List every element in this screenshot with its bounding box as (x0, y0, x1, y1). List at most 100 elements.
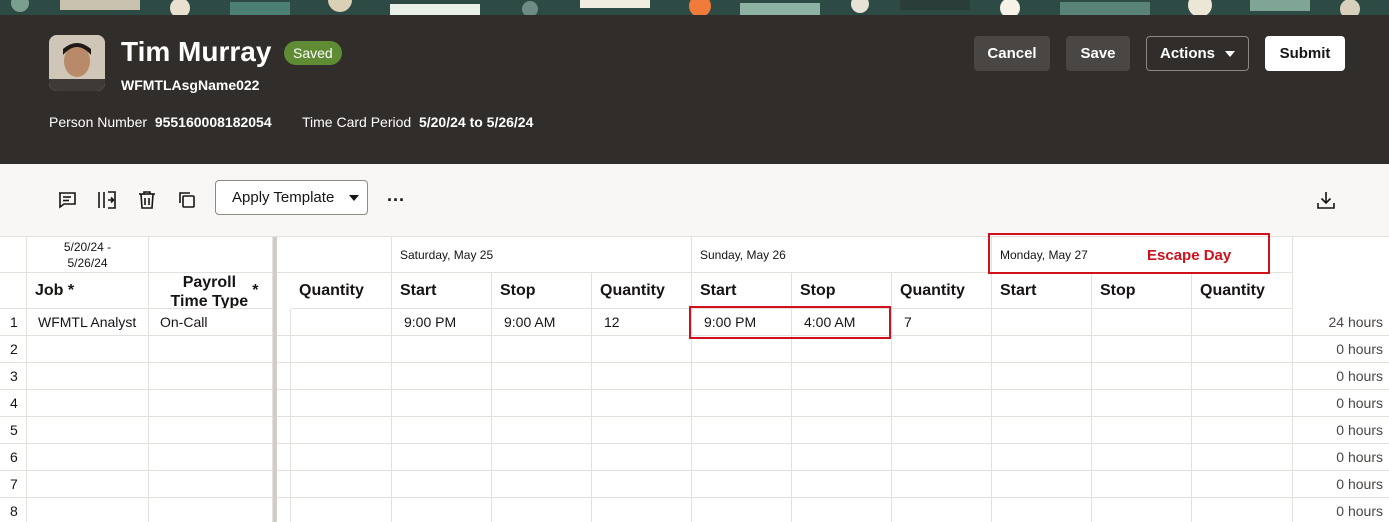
cell-sat-stop[interactable] (492, 336, 592, 363)
cell-sun-stop[interactable] (792, 363, 892, 390)
cell-sun-quantity[interactable] (892, 417, 992, 444)
cell-mon-start[interactable] (992, 498, 1092, 522)
col-header-payroll-time-type[interactable]: Payroll Time Type * (149, 273, 273, 309)
actions-menu-button[interactable]: Actions (1146, 36, 1249, 71)
cell-sat-quantity[interactable] (592, 471, 692, 498)
split-columns-icon[interactable] (95, 188, 119, 212)
download-icon[interactable] (1314, 188, 1338, 212)
submit-button[interactable]: Submit (1265, 36, 1345, 71)
cell-sat-stop[interactable]: 9:00 AM (492, 309, 592, 336)
cell-sun-quantity[interactable] (892, 498, 992, 522)
cell-sat-start[interactable] (392, 336, 492, 363)
cell-sat-stop[interactable] (492, 363, 592, 390)
cell-mon-quantity[interactable] (1192, 417, 1293, 444)
cancel-button[interactable]: Cancel (974, 36, 1050, 71)
cell-mon-quantity[interactable] (1192, 498, 1293, 522)
cell-sat-start[interactable] (392, 498, 492, 522)
cell-sat-start[interactable] (392, 471, 492, 498)
cell-mon-start[interactable] (992, 444, 1092, 471)
more-icon[interactable]: ··· (384, 188, 408, 212)
cell-sat-stop[interactable] (492, 498, 592, 522)
cell-sun-quantity[interactable] (892, 390, 992, 417)
cell-mon-stop[interactable] (1092, 471, 1192, 498)
cell-sat-start[interactable]: 9:00 PM (392, 309, 492, 336)
cell-sun-stop[interactable] (792, 444, 892, 471)
cell-mon-start[interactable] (992, 336, 1092, 363)
cell-payroll-time-type[interactable] (149, 363, 273, 390)
cell-sun-stop[interactable] (792, 498, 892, 522)
save-button[interactable]: Save (1066, 36, 1130, 71)
cell-sun-quantity[interactable] (892, 336, 992, 363)
cell-payroll-time-type[interactable] (149, 444, 273, 471)
cell-quantity[interactable] (291, 390, 392, 417)
cell-mon-stop[interactable] (1092, 444, 1192, 471)
col-header-start[interactable]: Start (692, 273, 792, 309)
cell-sat-quantity[interactable] (592, 363, 692, 390)
col-header-stop[interactable]: Stop (492, 273, 592, 309)
cell-mon-quantity[interactable] (1192, 444, 1293, 471)
cell-job[interactable] (27, 471, 149, 498)
cell-job[interactable] (27, 336, 149, 363)
cell-sun-quantity[interactable]: 7 (892, 309, 992, 336)
cell-mon-stop[interactable] (1092, 363, 1192, 390)
cell-quantity[interactable] (291, 444, 392, 471)
cell-sat-quantity[interactable] (592, 444, 692, 471)
cell-sun-start[interactable] (692, 498, 792, 522)
comment-icon[interactable] (55, 188, 79, 212)
cell-payroll-time-type[interactable] (149, 417, 273, 444)
col-header-start[interactable]: Start (992, 273, 1092, 309)
cell-sat-quantity[interactable]: 12 (592, 309, 692, 336)
cell-sun-start[interactable] (692, 417, 792, 444)
cell-sat-start[interactable] (392, 417, 492, 444)
cell-sun-start[interactable] (692, 390, 792, 417)
cell-quantity[interactable] (291, 336, 392, 363)
cell-sun-stop[interactable] (792, 417, 892, 444)
cell-mon-quantity[interactable] (1192, 390, 1293, 417)
cell-sun-start[interactable] (692, 444, 792, 471)
col-header-stop[interactable]: Stop (1092, 273, 1192, 309)
cell-job[interactable]: WFMTL Analyst (27, 309, 149, 336)
cell-mon-quantity[interactable] (1192, 471, 1293, 498)
cell-job[interactable] (27, 363, 149, 390)
cell-payroll-time-type[interactable]: On-Call (149, 309, 273, 336)
cell-mon-stop[interactable] (1092, 390, 1192, 417)
col-header-quantity[interactable]: Quantity (892, 273, 992, 309)
cell-sun-start[interactable] (692, 471, 792, 498)
cell-job[interactable] (27, 444, 149, 471)
cell-mon-start[interactable] (992, 309, 1092, 336)
cell-sat-quantity[interactable] (592, 336, 692, 363)
cell-payroll-time-type[interactable] (149, 336, 273, 363)
cell-sat-stop[interactable] (492, 417, 592, 444)
cell-job[interactable] (27, 498, 149, 522)
cell-quantity[interactable] (291, 498, 392, 522)
cell-mon-start[interactable] (992, 471, 1092, 498)
cell-mon-stop[interactable] (1092, 336, 1192, 363)
apply-template-button[interactable]: Apply Template (215, 180, 368, 215)
cell-sun-quantity[interactable] (892, 363, 992, 390)
cell-mon-start[interactable] (992, 417, 1092, 444)
cell-job[interactable] (27, 390, 149, 417)
col-header-quantity[interactable]: Quantity (291, 273, 392, 309)
cell-sat-quantity[interactable] (592, 417, 692, 444)
cell-sun-quantity[interactable] (892, 471, 992, 498)
cell-payroll-time-type[interactable] (149, 471, 273, 498)
cell-sat-stop[interactable] (492, 444, 592, 471)
cell-quantity[interactable] (291, 471, 392, 498)
cell-quantity[interactable] (291, 363, 392, 390)
cell-quantity[interactable] (291, 417, 392, 444)
cell-mon-stop[interactable] (1092, 309, 1192, 336)
col-header-quantity[interactable]: Quantity (1192, 273, 1293, 309)
cell-sun-stop[interactable] (792, 336, 892, 363)
col-header-stop[interactable]: Stop (792, 273, 892, 309)
col-header-job[interactable]: Job * (27, 273, 149, 309)
cell-sun-stop[interactable] (792, 390, 892, 417)
col-header-quantity[interactable]: Quantity (592, 273, 692, 309)
cell-payroll-time-type[interactable] (149, 498, 273, 522)
cell-sat-start[interactable] (392, 444, 492, 471)
cell-sat-start[interactable] (392, 390, 492, 417)
cell-sun-quantity[interactable] (892, 444, 992, 471)
cell-sat-quantity[interactable] (592, 498, 692, 522)
cell-mon-stop[interactable] (1092, 417, 1192, 444)
col-header-start[interactable]: Start (392, 273, 492, 309)
cell-mon-stop[interactable] (1092, 498, 1192, 522)
